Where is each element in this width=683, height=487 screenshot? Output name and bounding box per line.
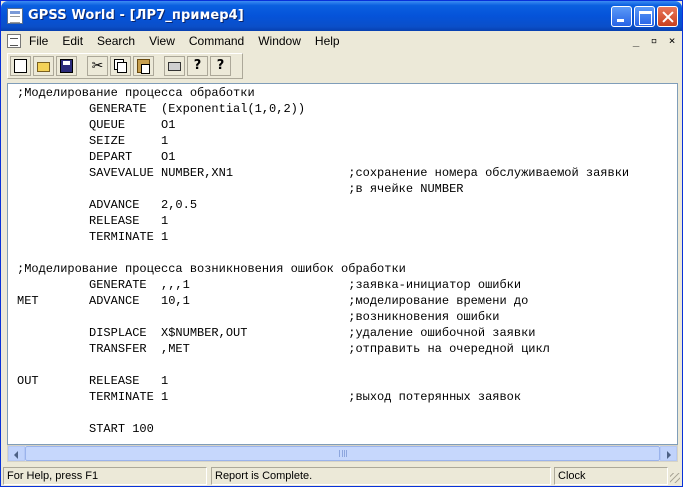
menu-file[interactable]: File xyxy=(29,34,48,48)
code-line[interactable]: TERMINATE 1 xyxy=(17,229,629,245)
scroll-left-icon[interactable] xyxy=(8,446,25,461)
code-line[interactable]: TRANSFER ,MET ;отправить на очередной ци… xyxy=(17,341,629,357)
whats-this-button[interactable]: ? xyxy=(210,56,231,76)
close-button[interactable] xyxy=(657,6,678,27)
open-icon xyxy=(37,62,50,72)
document-restore-button[interactable]: ▫ xyxy=(646,35,662,49)
code-line[interactable]: ADVANCE 2,0.5 xyxy=(17,197,629,213)
grip-icon xyxy=(339,450,347,457)
open-button[interactable] xyxy=(33,56,54,76)
app-window: GPSS World - [ЛР7_пример4] File Edit Sea… xyxy=(0,0,683,487)
scroll-right-icon[interactable] xyxy=(660,446,677,461)
code-line[interactable]: QUEUE O1 xyxy=(17,117,629,133)
window-title: GPSS World - [ЛР7_пример4] xyxy=(28,8,244,23)
whats-this-icon: ? xyxy=(216,58,225,73)
resize-grip-icon[interactable] xyxy=(670,473,680,483)
status-clock: Clock xyxy=(554,467,668,485)
code-line[interactable]: DISPLACE X$NUMBER,OUT ;удаление ошибочно… xyxy=(17,325,629,341)
code-line[interactable]: OUT RELEASE 1 xyxy=(17,373,629,389)
paste-icon xyxy=(137,59,150,74)
copy-button[interactable] xyxy=(110,56,131,76)
toolbar: ✂ ? ? xyxy=(7,53,243,79)
document-minimize-button[interactable]: _ xyxy=(628,35,644,49)
maximize-button[interactable] xyxy=(634,6,655,27)
copy-icon xyxy=(117,62,127,73)
title-bar[interactable]: GPSS World - [ЛР7_пример4] xyxy=(1,1,682,31)
document-icon[interactable] xyxy=(7,34,21,48)
horizontal-scrollbar[interactable] xyxy=(7,445,678,462)
status-help-text: For Help, press F1 xyxy=(3,467,207,485)
print-button[interactable] xyxy=(164,56,185,76)
new-icon xyxy=(14,59,27,73)
code-line[interactable]: ;Моделирование процесса обработки xyxy=(17,85,629,101)
code-line[interactable]: TERMINATE 1 ;выход потерянных заявок xyxy=(17,389,629,405)
code-line[interactable] xyxy=(17,357,629,373)
app-icon[interactable] xyxy=(7,8,23,24)
save-button[interactable] xyxy=(56,56,77,76)
document-close-button[interactable]: × xyxy=(664,35,680,49)
save-icon xyxy=(60,59,73,73)
menu-edit[interactable]: Edit xyxy=(62,34,83,48)
code-line[interactable]: GENERATE ,,,1 ;заявка-инициатор ошибки xyxy=(17,277,629,293)
cut-button[interactable]: ✂ xyxy=(87,56,108,76)
menu-view[interactable]: View xyxy=(149,34,175,48)
code-editor[interactable]: ;Моделирование процесса обработки GENERA… xyxy=(7,83,678,445)
menu-help[interactable]: Help xyxy=(315,34,340,48)
menu-items: File Edit Search View Command Window Hel… xyxy=(29,34,354,48)
status-bar: For Help, press F1 Report is Complete. C… xyxy=(1,465,682,486)
minimize-button[interactable] xyxy=(611,6,632,27)
code-line[interactable]: ;в ячейке NUMBER xyxy=(17,181,629,197)
menu-bar: File Edit Search View Command Window Hel… xyxy=(1,31,682,51)
code-line[interactable]: GENERATE (Exponential(1,0,2)) xyxy=(17,101,629,117)
code-line[interactable]: SEIZE 1 xyxy=(17,133,629,149)
scroll-thumb[interactable] xyxy=(25,446,660,461)
code-line[interactable]: ;возникновения ошибки xyxy=(17,309,629,325)
new-button[interactable] xyxy=(10,56,31,76)
cut-icon: ✂ xyxy=(91,58,104,74)
paste-button[interactable] xyxy=(133,56,154,76)
code-line[interactable]: START 100 xyxy=(17,421,629,437)
menu-window[interactable]: Window xyxy=(258,34,301,48)
help-icon: ? xyxy=(193,58,202,73)
status-report-text: Report is Complete. xyxy=(211,467,551,485)
code-line[interactable]: DEPART O1 xyxy=(17,149,629,165)
help-button[interactable]: ? xyxy=(187,56,208,76)
print-icon xyxy=(168,62,181,71)
code-line[interactable]: ;Моделирование процесса возникновения ош… xyxy=(17,261,629,277)
code-text[interactable]: ;Моделирование процесса обработки GENERA… xyxy=(17,85,629,437)
code-line[interactable]: RELEASE 1 xyxy=(17,213,629,229)
code-line[interactable] xyxy=(17,405,629,421)
code-line[interactable]: MET ADVANCE 10,1 ;моделирование времени … xyxy=(17,293,629,309)
menu-search[interactable]: Search xyxy=(97,34,135,48)
code-line[interactable] xyxy=(17,245,629,261)
code-line[interactable]: SAVEVALUE NUMBER,XN1 ;сохранение номера … xyxy=(17,165,629,181)
menu-command[interactable]: Command xyxy=(189,34,244,48)
